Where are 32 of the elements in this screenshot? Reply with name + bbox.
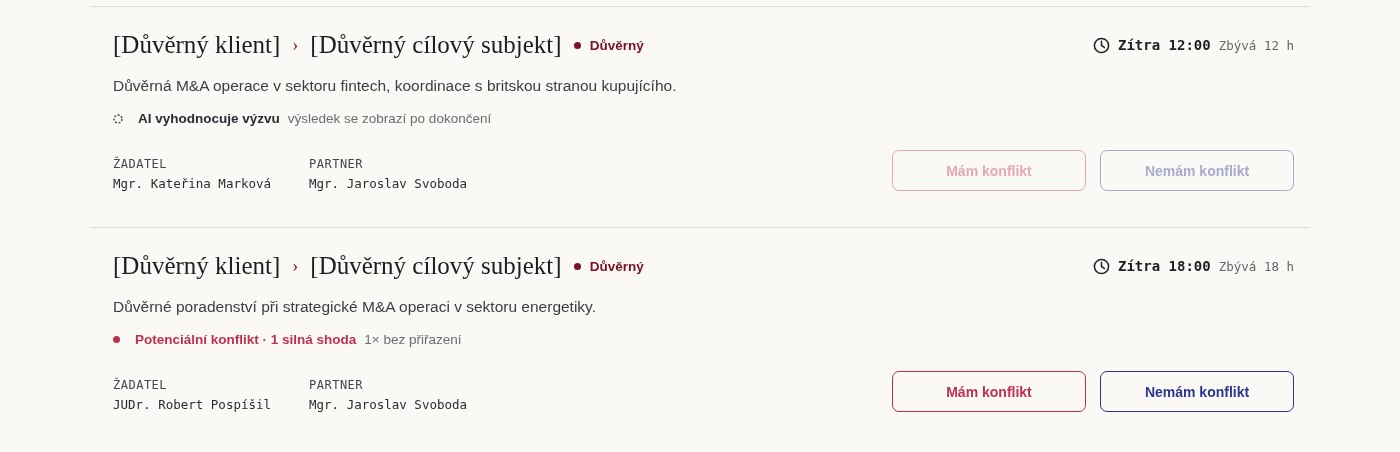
status-label: Potenciální konflikt · 1 silná shoda bbox=[135, 332, 357, 347]
clock-icon bbox=[1093, 257, 1110, 275]
deadline: Zítra 12:00 bbox=[1118, 37, 1211, 53]
person-name: JUDr. Robert Pospíšil bbox=[113, 397, 273, 412]
role-label: PARTNER bbox=[309, 378, 365, 392]
person-name: Mgr. Kateřina Marková bbox=[113, 176, 273, 191]
status-label: AI vyhodnocuje výzvu bbox=[138, 111, 280, 126]
confidential-label: Důvěrný bbox=[589, 258, 644, 274]
role-label: PARTNER bbox=[309, 157, 365, 171]
status-dot-icon bbox=[573, 262, 581, 270]
role-label: ŽADATEL bbox=[113, 157, 169, 171]
description: Důvěrné poradenství při strategické M&A operaci v sektoru energetiky. bbox=[113, 298, 598, 316]
target-name: [Důvěrný cílový subjekt] bbox=[310, 31, 562, 59]
person-name: Mgr. Jaroslav Svoboda bbox=[309, 397, 469, 412]
status-note: 1× bez přiřazení bbox=[364, 332, 462, 347]
clock-icon bbox=[1093, 36, 1110, 54]
description: Důvěrná M&A operace v sektoru fintech, koordinace s britskou stranou kupujícího. bbox=[113, 77, 678, 95]
target-name: [Důvěrný cílový subjekt] bbox=[310, 252, 562, 280]
remaining-time: Zbývá 12 h bbox=[1218, 37, 1294, 53]
person-name: Mgr. Jaroslav Svoboda bbox=[309, 176, 469, 191]
status-dot-icon bbox=[573, 41, 581, 49]
confidential-label: Důvěrný bbox=[589, 37, 644, 53]
client-name: [Důvěrný klient] bbox=[113, 252, 281, 280]
no-conflict-button[interactable]: Nemám konflikt bbox=[1100, 371, 1294, 412]
status-note: výsledek se zobrazí po dokončení bbox=[287, 111, 492, 126]
conflict-button[interactable]: Mám konflikt bbox=[892, 371, 1086, 412]
separator-icon: › bbox=[292, 255, 299, 277]
client-name: [Důvěrný klient] bbox=[113, 31, 281, 59]
remaining-time: Zbývá 18 h bbox=[1218, 258, 1294, 274]
deadline: Zítra 18:00 bbox=[1118, 258, 1211, 274]
separator-icon: › bbox=[292, 34, 299, 56]
role-label: ŽADATEL bbox=[113, 378, 169, 392]
